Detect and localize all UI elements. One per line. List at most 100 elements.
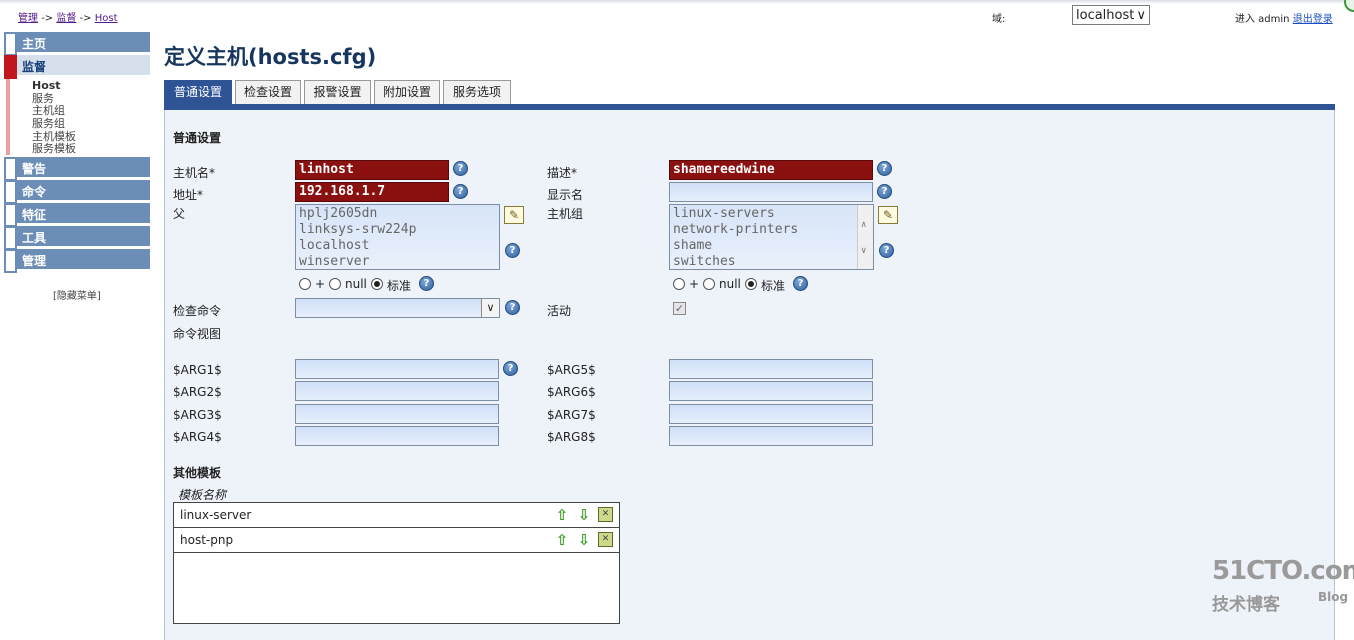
listbox-scrollbar[interactable]: ∧ ∨: [857, 205, 873, 269]
arg4-field[interactable]: [295, 426, 499, 446]
tab-general[interactable]: 普通设置: [164, 80, 232, 104]
hostgroup-radio-plus[interactable]: [673, 278, 685, 290]
breadcrumb-link-host[interactable]: Host: [95, 13, 118, 24]
arg3-field[interactable]: [295, 404, 499, 424]
radio-plus-label: +: [689, 277, 700, 291]
table-row: linux-server ⇧ ⇩ ✕: [174, 503, 619, 528]
tab-alarm[interactable]: 报警设置: [304, 80, 371, 104]
arg7-label: $ARG7$: [547, 408, 596, 422]
breadcrumb-link-monitor[interactable]: 监督: [56, 13, 76, 24]
hostname-field[interactable]: linhost: [295, 160, 449, 180]
template-name: host-pnp: [180, 533, 234, 547]
help-icon[interactable]: ?: [419, 276, 434, 291]
menu-command[interactable]: 命令: [4, 180, 150, 204]
submenu-item-service-template[interactable]: 服务模板: [32, 143, 76, 155]
active-checkbox[interactable]: ✓: [673, 302, 686, 315]
check-command-select[interactable]: ∨: [295, 298, 500, 318]
submenu-item-host[interactable]: Host: [32, 80, 61, 92]
arrow-down-icon[interactable]: ⇩: [576, 531, 592, 549]
address-field[interactable]: 192.168.1.7: [295, 182, 449, 202]
login-text: 进入 admin: [1235, 14, 1290, 25]
check-command-label: 检查命令: [173, 304, 222, 318]
breadcrumb-link-admin[interactable]: 管理: [18, 13, 38, 24]
arrow-up-icon[interactable]: ⇧: [554, 531, 570, 549]
watermark-blog: Blog: [1318, 590, 1349, 604]
help-icon[interactable]: ?: [453, 184, 468, 199]
arg6-label: $ARG6$: [547, 385, 596, 399]
help-icon[interactable]: ?: [505, 243, 520, 258]
tab-check[interactable]: 检查设置: [235, 80, 301, 104]
watermark-sub: 技术博客: [1212, 595, 1280, 615]
submenu-item-hostgroup[interactable]: 主机组: [32, 105, 65, 117]
help-icon[interactable]: ?: [503, 361, 518, 376]
help-icon[interactable]: ?: [453, 161, 468, 176]
display-name-field[interactable]: [669, 182, 873, 202]
radio-null-label: null: [345, 277, 367, 291]
help-icon[interactable]: ?: [877, 161, 892, 176]
tab-extra[interactable]: 附加设置: [374, 80, 440, 104]
arrow-down-icon[interactable]: ⇩: [576, 506, 592, 524]
list-item[interactable]: linux-servers: [673, 206, 870, 222]
list-item[interactable]: shame: [673, 238, 870, 254]
arg7-field[interactable]: [669, 404, 873, 424]
arg5-field[interactable]: [669, 359, 873, 379]
domain-select[interactable]: localhost ∨: [1072, 5, 1150, 25]
arrow-up-icon[interactable]: ⇧: [554, 506, 570, 524]
list-item[interactable]: linksys-srw224p: [299, 222, 496, 238]
top-border: [0, 0, 1354, 4]
edit-note-icon[interactable]: ✎: [504, 206, 524, 224]
address-label: 地址*: [173, 188, 204, 202]
help-icon[interactable]: ?: [879, 243, 894, 258]
arg2-field[interactable]: [295, 381, 499, 401]
active-label: 活动: [547, 304, 572, 318]
menu-feature[interactable]: 特征: [4, 203, 150, 227]
parent-radio-null[interactable]: [329, 278, 341, 290]
menu-home[interactable]: 主页: [4, 32, 150, 56]
description-field[interactable]: shamereedwine: [669, 160, 873, 180]
submenu-monitor: [6, 79, 150, 155]
delete-icon[interactable]: ✕: [598, 507, 613, 522]
scroll-up-icon[interactable]: ∧: [861, 217, 866, 233]
radio-standard-label: 标准: [387, 279, 412, 293]
list-item[interactable]: network-printers: [673, 222, 870, 238]
help-icon[interactable]: ?: [505, 300, 520, 315]
tab-service-options[interactable]: 服务选项: [443, 80, 511, 104]
hostname-label: 主机名*: [173, 166, 216, 180]
list-item[interactable]: switches: [673, 254, 870, 269]
section-title: 普通设置: [173, 131, 222, 145]
parent-radio-standard[interactable]: [371, 278, 383, 290]
parent-radio-plus[interactable]: [299, 278, 311, 290]
delete-icon[interactable]: ✕: [598, 532, 613, 547]
arg1-label: $ARG1$: [173, 363, 222, 377]
help-icon[interactable]: ?: [877, 184, 892, 199]
logout-link[interactable]: 退出登录: [1293, 14, 1333, 25]
hostgroup-radio-standard[interactable]: [745, 278, 757, 290]
scroll-down-icon[interactable]: ∨: [861, 243, 866, 259]
parent-listbox[interactable]: hplj2605dn linksys-srw224p localhost win…: [295, 204, 500, 270]
arg6-field[interactable]: [669, 381, 873, 401]
list-item[interactable]: localhost: [299, 238, 496, 254]
list-item[interactable]: winserver: [299, 254, 496, 269]
breadcrumb-separator: ->: [41, 13, 54, 24]
login-info: 进入 admin 退出登录: [1235, 10, 1333, 25]
watermark-site: 51CTO.com: [1212, 556, 1354, 586]
help-icon[interactable]: ?: [793, 276, 808, 291]
edit-note-icon[interactable]: ✎: [878, 206, 898, 224]
menu-monitor[interactable]: 监督: [4, 55, 150, 79]
hostgroup-listbox[interactable]: linux-servers network-printers shame swi…: [669, 204, 874, 270]
arg1-field[interactable]: [295, 359, 499, 379]
watermark-logo: 51CTO.com 技术博客 Blog: [1212, 556, 1354, 616]
hide-menu-link[interactable]: [隐藏菜单]: [53, 287, 101, 302]
hostgroup-radio-null[interactable]: [703, 278, 715, 290]
template-column-header: 模板名称: [178, 488, 227, 502]
menu-alert[interactable]: 警告: [4, 157, 150, 181]
menu-admin[interactable]: 管理: [4, 249, 150, 273]
menu-tools[interactable]: 工具: [4, 226, 150, 250]
arg8-field[interactable]: [669, 426, 873, 446]
arg4-label: $ARG4$: [173, 430, 222, 444]
submenu-item-servicegroup[interactable]: 服务组: [32, 118, 65, 130]
command-view-label: 命令视图: [173, 327, 222, 341]
list-item[interactable]: hplj2605dn: [299, 206, 496, 222]
domain-label: 域:: [992, 14, 1006, 25]
chevron-down-icon: ∨: [1136, 7, 1146, 23]
